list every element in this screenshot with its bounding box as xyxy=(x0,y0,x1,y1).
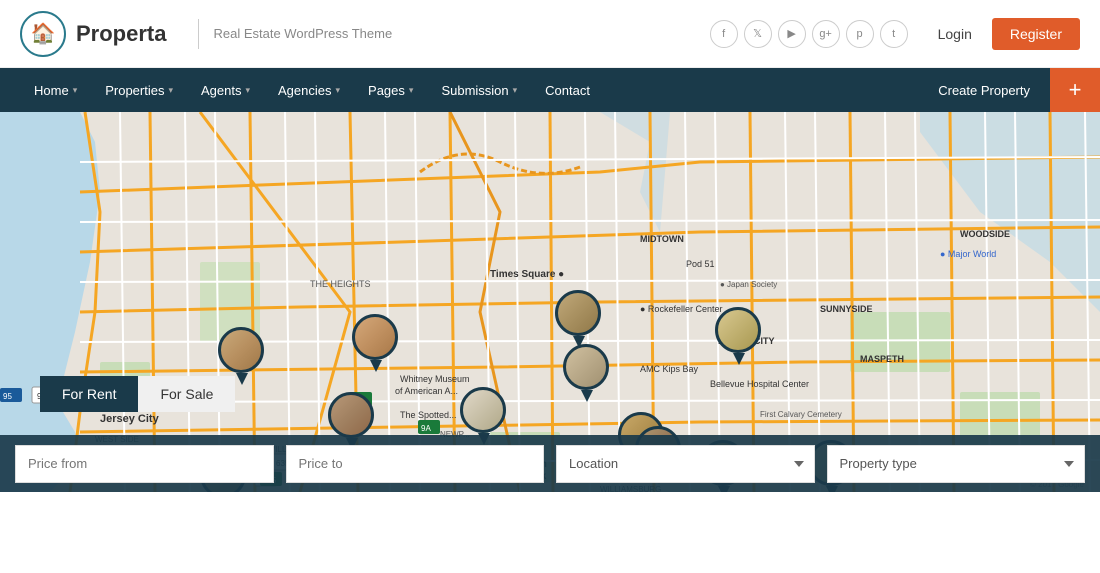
chevron-down-icon: ▾ xyxy=(73,85,78,96)
tumblr-icon[interactable]: t xyxy=(880,20,908,48)
pinterest-icon[interactable]: p xyxy=(846,20,874,48)
tab-for-sale[interactable]: For Sale xyxy=(138,376,235,412)
pin-tail-7 xyxy=(581,390,593,402)
logo[interactable]: 🏠 Properta xyxy=(20,11,166,57)
price-from-input[interactable] xyxy=(15,445,274,483)
svg-text:AMC Kips Bay: AMC Kips Bay xyxy=(640,364,699,374)
nav-pages[interactable]: Pages ▾ xyxy=(354,68,427,112)
login-button[interactable]: Login xyxy=(926,20,984,48)
chevron-down-icon: ▾ xyxy=(513,85,518,96)
map-tabs: For Rent For Sale xyxy=(40,376,235,412)
pin-photo-10 xyxy=(715,307,761,353)
nav-right: Create Property + xyxy=(918,68,1100,112)
nav-submission[interactable]: Submission ▾ xyxy=(427,68,531,112)
svg-text:MIDTOWN: MIDTOWN xyxy=(640,234,684,244)
chevron-down-icon: ▾ xyxy=(168,85,173,96)
chevron-down-icon: ▾ xyxy=(336,85,341,96)
svg-text:Times Square ●: Times Square ● xyxy=(490,269,564,280)
property-type-select[interactable]: Property type Apartment House Villa Offi… xyxy=(827,445,1086,483)
social-icons: f 𝕏 ▶ g+ p t xyxy=(710,20,908,48)
svg-text:Pod 51: Pod 51 xyxy=(686,259,715,269)
nav-agencies[interactable]: Agencies ▾ xyxy=(264,68,354,112)
nav-agents[interactable]: Agents ▾ xyxy=(187,68,264,112)
pin-photo-3 xyxy=(328,392,374,438)
pin-photo-5 xyxy=(460,387,506,433)
pin-tail-1 xyxy=(236,373,248,385)
svg-text:● Rockefeller Center: ● Rockefeller Center xyxy=(640,304,722,314)
nav-home[interactable]: Home ▾ xyxy=(20,68,91,112)
header-right: f 𝕏 ▶ g+ p t Login Register xyxy=(710,18,1080,50)
map-pin-2[interactable] xyxy=(352,314,400,370)
location-select[interactable]: Location New York Jersey City Brooklyn Q… xyxy=(556,445,815,483)
create-property-button[interactable]: Create Property xyxy=(918,68,1050,112)
map-pin-6[interactable] xyxy=(555,290,603,346)
nav-contact[interactable]: Contact xyxy=(531,68,604,112)
tab-for-rent[interactable]: For Rent xyxy=(40,376,138,412)
twitter-icon[interactable]: 𝕏 xyxy=(744,20,772,48)
map-pin-1[interactable] xyxy=(218,327,266,383)
svg-text:● Japan Society: ● Japan Society xyxy=(720,280,777,289)
svg-text:Jersey City: Jersey City xyxy=(100,413,160,425)
svg-text:The Spotted...: The Spotted... xyxy=(400,410,457,420)
nav-items: Home ▾ Properties ▾ Agents ▾ Agencies ▾ … xyxy=(20,68,918,112)
logo-icon: 🏠 xyxy=(20,11,66,57)
pin-tail-10 xyxy=(733,353,745,365)
svg-text:SUNNYSIDE: SUNNYSIDE xyxy=(820,304,873,314)
pin-photo-6 xyxy=(555,290,601,336)
chevron-down-icon: ▾ xyxy=(409,85,414,96)
logo-text: Properta xyxy=(76,21,166,47)
facebook-icon[interactable]: f xyxy=(710,20,738,48)
pin-photo-1 xyxy=(218,327,264,373)
svg-text:of American A...: of American A... xyxy=(395,386,458,396)
map-pin-10[interactable] xyxy=(715,307,763,363)
pin-photo-2 xyxy=(352,314,398,360)
svg-text:95: 95 xyxy=(3,392,12,401)
svg-text:Whitney Museum: Whitney Museum xyxy=(400,374,470,384)
svg-text:9A: 9A xyxy=(421,424,431,433)
svg-text:MASPETH: MASPETH xyxy=(860,354,904,364)
register-button[interactable]: Register xyxy=(992,18,1080,50)
youtube-icon[interactable]: ▶ xyxy=(778,20,806,48)
header-divider xyxy=(198,19,199,49)
plus-icon[interactable]: + xyxy=(1050,68,1100,112)
search-bar: Location New York Jersey City Brooklyn Q… xyxy=(0,435,1100,492)
pin-tail-2 xyxy=(370,360,382,372)
chevron-down-icon: ▾ xyxy=(245,85,250,96)
navbar: Home ▾ Properties ▾ Agents ▾ Agencies ▾ … xyxy=(0,68,1100,112)
nav-properties[interactable]: Properties ▾ xyxy=(91,68,187,112)
pin-photo-7 xyxy=(563,344,609,390)
map-area: THE HEIGHTS Jersey City WEST SIDE VILLAG… xyxy=(0,112,1100,492)
price-to-input[interactable] xyxy=(286,445,545,483)
google-plus-icon[interactable]: g+ xyxy=(812,20,840,48)
svg-text:WOODSIDE: WOODSIDE xyxy=(960,229,1010,239)
svg-text:Bellevue Hospital Center: Bellevue Hospital Center xyxy=(710,379,809,389)
svg-text:THE HEIGHTS: THE HEIGHTS xyxy=(310,279,371,289)
svg-text:● Major World: ● Major World xyxy=(940,249,996,259)
svg-text:First Calvary Cemetery: First Calvary Cemetery xyxy=(760,410,842,419)
map-pin-7[interactable] xyxy=(563,344,611,400)
tagline: Real Estate WordPress Theme xyxy=(213,26,392,41)
header: 🏠 Properta Real Estate WordPress Theme f… xyxy=(0,0,1100,68)
